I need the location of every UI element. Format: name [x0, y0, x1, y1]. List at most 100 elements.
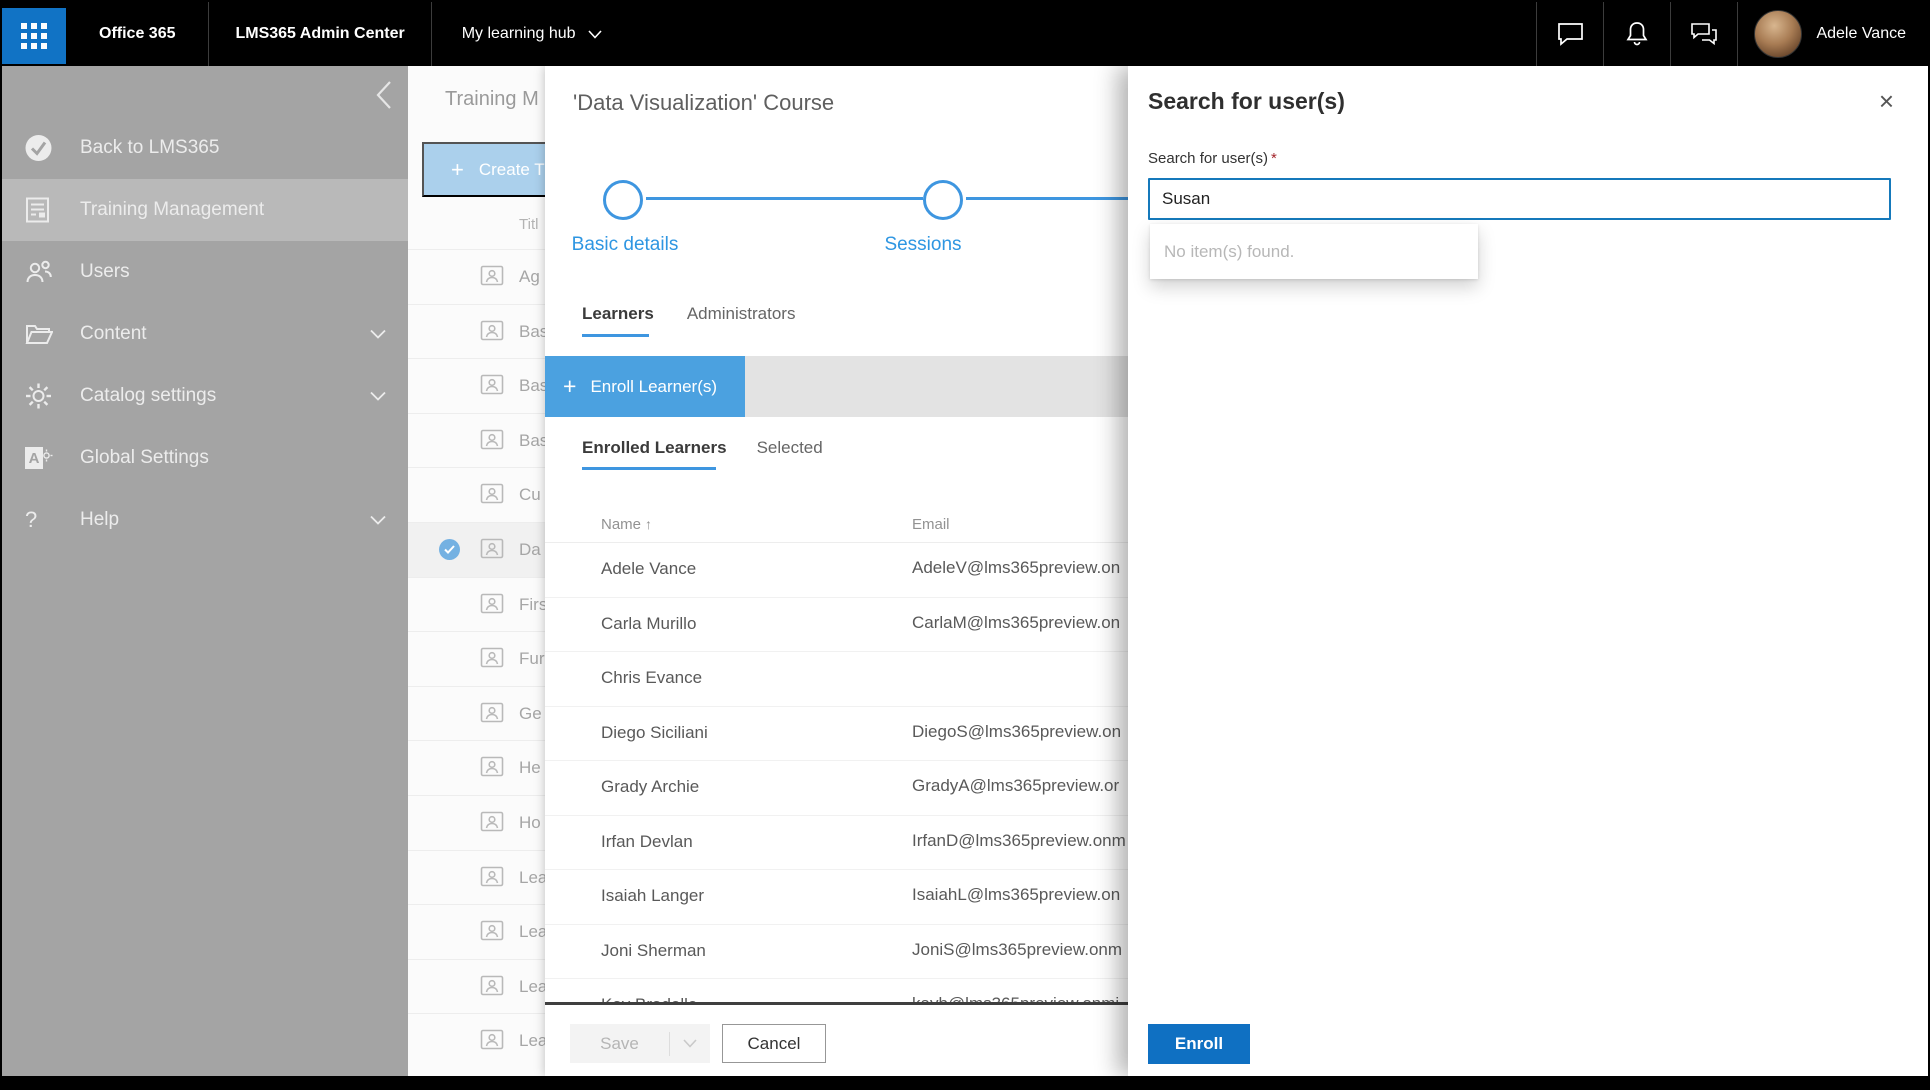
cancel-button[interactable]: Cancel	[722, 1024, 826, 1063]
list-item[interactable]: Lea	[408, 958, 545, 1014]
step-label-basic-details[interactable]: Basic details	[545, 234, 705, 256]
table-row[interactable]: Carla Murillo CarlaM@lms365preview.on	[545, 598, 1134, 652]
learner-name: Irfan Devlan	[601, 831, 693, 851]
list-item[interactable]: Bas	[408, 412, 545, 468]
learner-email: kayb@lms365preview.onmi	[912, 994, 1119, 1002]
page-title: Training M	[445, 88, 539, 110]
sidebar-item-global-settings[interactable]: A Global Settings	[2, 427, 408, 489]
table-row[interactable]: Grady Archie GradyA@lms365preview.or	[545, 761, 1134, 816]
table-row[interactable]: Kay Bradelle kayb@lms365preview.onmi	[545, 979, 1134, 1002]
list-item-title: Bas	[519, 376, 545, 396]
sidebar-menu: Back to LMS365 Training Management Users…	[2, 117, 408, 551]
step-connector	[646, 197, 923, 200]
bell-icon	[1626, 22, 1648, 46]
hub-selector[interactable]: My learning hub	[432, 25, 632, 43]
create-training-button[interactable]: + Create Tr	[422, 142, 545, 197]
list-item[interactable]: Ho	[408, 794, 545, 850]
table-row[interactable]: Joni Sherman JoniS@lms365preview.onm	[545, 925, 1134, 979]
list-item[interactable]: Bas	[408, 358, 545, 413]
list-item[interactable]: Lea	[408, 1013, 545, 1068]
sidebar-item-users[interactable]: Users	[2, 241, 408, 303]
sidebar-item-content[interactable]: Content	[2, 303, 408, 365]
person-icon	[480, 1029, 504, 1050]
tab-learners[interactable]: Learners	[582, 304, 654, 324]
person-icon	[480, 756, 504, 777]
close-icon[interactable]: ×	[1879, 88, 1894, 114]
sidebar-item-help[interactable]: ? Help	[2, 489, 408, 551]
step-basic-details-circle[interactable]	[603, 180, 643, 220]
list-item[interactable]: Cu	[408, 467, 545, 522]
sidebar-item-training-management[interactable]: Training Management	[2, 179, 408, 241]
list-item[interactable]: Ge	[408, 685, 545, 741]
sidebar-item-back-to-lms365[interactable]: Back to LMS365	[2, 117, 408, 179]
table-row[interactable]: Adele Vance AdeleV@lms365preview.on	[545, 543, 1134, 598]
step-connector	[966, 197, 1134, 200]
plus-icon: +	[451, 156, 464, 182]
email-column-header[interactable]: Email	[912, 516, 950, 533]
screenshot-root: Office 365 LMS365 Admin Center My learni…	[0, 0, 1930, 1090]
list-item[interactable]: Fur	[408, 631, 545, 686]
folder-icon	[25, 322, 53, 346]
table-row[interactable]: Diego Siciliani DiegoS@lms365preview.on	[545, 707, 1134, 761]
search-results-dropdown: No item(s) found.	[1150, 224, 1478, 279]
feedback-button[interactable]	[1671, 2, 1737, 66]
list-item[interactable]: He	[408, 740, 545, 795]
table-row[interactable]: Isaiah Langer IsaiahL@lms365preview.on	[545, 870, 1134, 925]
learner-name: Adele Vance	[601, 559, 697, 578]
subtab-enrolled-learners[interactable]: Enrolled Learners	[582, 438, 727, 458]
active-subtab-underline	[582, 467, 716, 470]
active-tab-underline	[582, 334, 649, 337]
list-item-title: Bas	[519, 321, 545, 341]
learner-name: Isaiah Langer	[601, 886, 705, 905]
person-icon	[480, 320, 504, 341]
step-label-sessions[interactable]: Sessions	[843, 234, 1003, 256]
list-item[interactable]: Firs	[408, 576, 545, 632]
list-item-title: Bas	[519, 430, 545, 450]
learner-name: Joni Sherman	[601, 940, 706, 960]
person-icon	[480, 866, 504, 887]
list-item[interactable]: Lea	[408, 904, 545, 959]
subtab-selected[interactable]: Selected	[757, 438, 823, 458]
person-icon	[480, 374, 504, 395]
notifications-button[interactable]	[1604, 2, 1670, 66]
learner-name: Chris Evance	[601, 668, 703, 687]
enroll-button[interactable]: Enroll	[1148, 1024, 1250, 1064]
learner-name: Grady Archie	[601, 777, 700, 796]
enrolled-learners-table: Adele Vance AdeleV@lms365preview.on Carl…	[545, 543, 1134, 1002]
waffle-icon	[21, 23, 47, 49]
list-item[interactable]: Da	[408, 521, 545, 577]
list-item-title: Ge	[519, 703, 542, 723]
enroll-learners-button[interactable]: + Enroll Learner(s)	[545, 356, 745, 417]
user-menu[interactable]: Adele Vance	[1738, 2, 1928, 66]
list-item[interactable]: Ag	[408, 249, 545, 304]
search-users-input[interactable]	[1148, 178, 1891, 220]
chevron-down-icon	[370, 515, 386, 525]
brand-lms365-admin-center[interactable]: LMS365 Admin Center	[209, 25, 430, 43]
name-column-header[interactable]: Name ↑	[601, 516, 652, 533]
person-icon	[480, 811, 504, 832]
table-row[interactable]: Irfan Devlan IrfanD@lms365preview.onm	[545, 816, 1134, 870]
list-item-title: Da	[519, 539, 541, 559]
training-icon	[25, 197, 50, 224]
save-label: Save	[600, 1033, 639, 1053]
sidebar-item-label: Users	[80, 261, 130, 282]
learners-toolbar: + Enroll Learner(s)	[545, 356, 1134, 417]
list-item[interactable]: Lea	[408, 849, 545, 905]
list-item[interactable]: Bas	[408, 303, 545, 359]
chat-button[interactable]	[1537, 2, 1603, 66]
chevron-down-icon	[370, 391, 386, 401]
sidebar-collapse-button[interactable]	[375, 80, 392, 110]
step-sessions-circle[interactable]	[923, 180, 963, 220]
save-split-button[interactable]: Save	[570, 1024, 710, 1063]
training-list-page: Training M + Create Tr Titl Ag Ba Ba Ba …	[408, 66, 545, 1076]
list-item-title: Lea	[519, 922, 545, 942]
users-icon	[25, 259, 53, 285]
person-icon	[480, 975, 504, 996]
list-item-title: Ag	[519, 267, 540, 286]
sidebar-item-catalog-settings[interactable]: Catalog settings	[2, 365, 408, 427]
tab-administrators[interactable]: Administrators	[687, 304, 796, 324]
chevron-down-icon	[670, 1039, 710, 1048]
table-row[interactable]: Chris Evance	[545, 652, 1134, 707]
brand-office365[interactable]: Office 365	[66, 25, 208, 43]
app-launcher-button[interactable]	[2, 8, 66, 64]
